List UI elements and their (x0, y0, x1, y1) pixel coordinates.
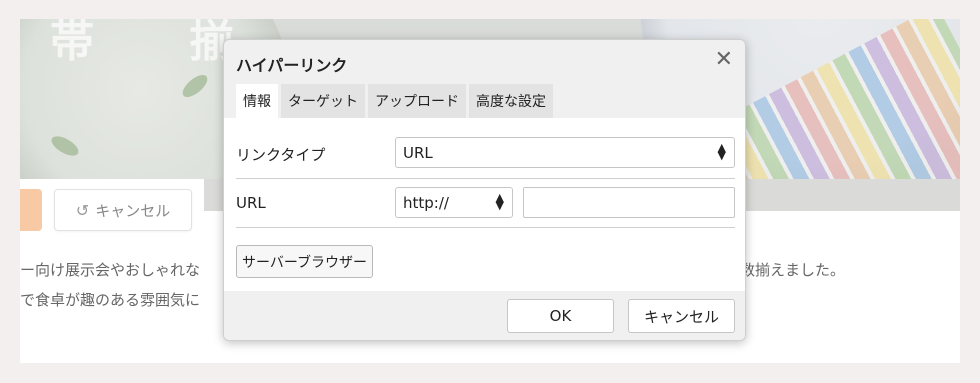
protocol-value: http:// (403, 193, 449, 212)
body-line-1: ー向け展示会やおしゃれな (20, 261, 201, 279)
close-icon[interactable]: ✕ (715, 48, 733, 72)
tab-target[interactable]: ターゲット (281, 84, 365, 118)
cancel-button[interactable]: キャンセル (628, 299, 735, 333)
tab-upload[interactable]: アップロード (368, 84, 466, 118)
hyperlink-dialog: ハイパーリンク ✕ 情報 ターゲット アップロード 高度な設定 リンクタイプ U… (223, 39, 746, 341)
link-type-value: URL (403, 143, 433, 162)
tab-advanced[interactable]: 高度な設定 (469, 84, 553, 118)
url-input[interactable] (523, 187, 735, 218)
dialog-body: リンクタイプ URL ▲ ▼ URL http:// ▲ ▼ サーバーブラウザー (224, 118, 745, 291)
background-cancel-label: キャンセル (95, 201, 171, 220)
dialog-tabs: 情報 ターゲット アップロード 高度な設定 (236, 84, 553, 118)
divider (236, 227, 735, 228)
divider (236, 178, 735, 179)
link-type-label: リンクタイプ (236, 146, 326, 164)
primary-button[interactable] (20, 189, 42, 231)
button-panel: ↺ キャンセル (20, 179, 204, 243)
protocol-select[interactable]: http:// ▲ ▼ (395, 187, 513, 218)
body-line-1-right: 数揃えました。 (740, 261, 846, 279)
server-browser-button[interactable]: サーバーブラウザー (236, 245, 374, 278)
link-type-select[interactable]: URL ▲ ▼ (395, 137, 735, 168)
body-line-2: で食卓が趣のある雰囲気に (20, 291, 201, 309)
select-arrows-icon: ▲ ▼ (495, 191, 504, 212)
tab-info[interactable]: 情報 (236, 84, 278, 118)
undo-icon: ↺ (75, 200, 90, 220)
url-label: URL (236, 194, 266, 212)
dialog-footer: OK キャンセル (224, 291, 745, 340)
select-arrows-icon: ▲ ▼ (717, 141, 726, 162)
ok-button[interactable]: OK (507, 299, 614, 333)
dialog-title: ハイパーリンク (236, 56, 348, 75)
background-cancel-button[interactable]: ↺ キャンセル (54, 189, 192, 231)
